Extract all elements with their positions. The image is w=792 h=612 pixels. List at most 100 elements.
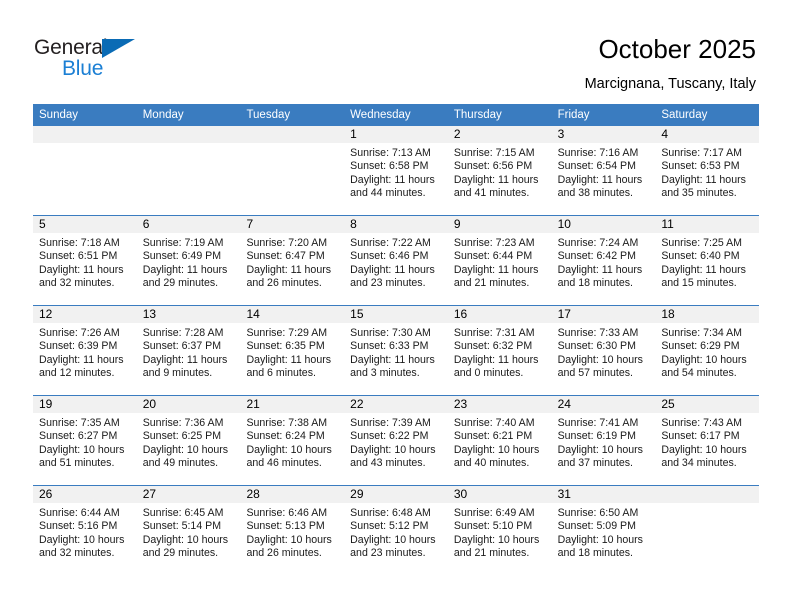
day-cell[interactable]: 11 Sunrise: 7:25 AM Sunset: 6:40 PM Dayligh… [655,216,760,305]
day-daylight2-text: and 35 minutes. [661,187,737,200]
day-details: Sunrise: 7:17 AM Sunset: 6:53 PM Daylight:… [655,143,759,201]
day-details: Sunrise: 6:48 AM Sunset: 5:12 PM Daylight:… [344,503,448,561]
day-details: Sunrise: 7:38 AM Sunset: 6:24 PM Daylight:… [240,413,344,471]
day-cell[interactable]: 20 Sunrise: 7:36 AM Sunset: 6:25 PM Dayligh… [136,396,241,485]
day-cell[interactable]: 4 Sunrise: 7:17 AM Sunset: 6:53 PM Daylight… [655,126,760,215]
day-sunset-text: Sunset: 6:44 PM [453,250,533,263]
day-sunrise-text: Sunrise: 7:35 AM [39,417,120,429]
day-cell[interactable]: 30 Sunrise: 6:49 AM Sunset: 5:10 PM Dayligh… [447,486,552,575]
day-cell[interactable]: 7 Sunrise: 7:20 AM Sunset: 6:47 PM Daylight… [240,216,345,305]
day-cell[interactable]: 22 Sunrise: 7:39 AM Sunset: 6:22 PM Dayligh… [344,396,448,485]
day-details: Sunrise: 7:30 AM Sunset: 6:33 PM Daylight:… [344,323,448,381]
day-sunrise-text: Sunrise: 7:24 AM [557,237,639,249]
day-details: Sunrise: 7:40 AM Sunset: 6:21 PM Daylight:… [448,413,552,471]
day-cell[interactable]: 2 Sunrise: 7:15 AM Sunset: 6:56 PM Daylight… [447,126,552,215]
day-daylight2-text: and 9 minutes. [142,367,213,380]
day-cell[interactable]: 1 Sunrise: 7:13 AM Sunset: 6:58 PM Daylight… [344,126,448,215]
day-details: Sunrise: 7:26 AM Sunset: 6:39 PM Daylight:… [33,323,137,381]
day-sunset-text: Sunset: 6:32 PM [453,340,533,353]
day-daylight2-text: and 26 minutes. [246,277,322,290]
day-daylight1-text: Daylight: 11 hours [453,353,539,366]
day-cell[interactable]: 24 Sunrise: 7:41 AM Sunset: 6:19 PM Dayligh… [551,396,656,485]
day-number: 16 [447,306,552,323]
day-daylight2-text: and 23 minutes. [350,547,426,560]
day-details: Sunrise: 7:22 AM Sunset: 6:46 PM Daylight:… [344,233,448,291]
day-sunrise-text: Sunrise: 7:15 AM [453,147,535,159]
day-number: 27 [136,486,241,503]
day-cell[interactable]: 12 Sunrise: 7:26 AM Sunset: 6:39 PM Dayligh… [33,306,137,395]
day-number: 10 [551,216,656,233]
day-daylight1-text: Daylight: 11 hours [39,263,124,276]
day-cell[interactable]: 23 Sunrise: 7:40 AM Sunset: 6:21 PM Dayligh… [447,396,552,485]
day-cell[interactable]: 19 Sunrise: 7:35 AM Sunset: 6:27 PM Dayligh… [33,396,137,485]
day-sunset-text: Sunset: 6:35 PM [246,340,325,353]
day-sunset-text: Sunset: 6:46 PM [350,250,429,263]
day-daylight2-text: and 43 minutes. [350,457,426,470]
day-daylight2-text: and 40 minutes. [453,457,530,470]
day-sunrise-text: Sunrise: 6:49 AM [453,507,535,519]
day-number: 20 [136,396,241,413]
weekday-header-tuesday: Tuesday [246,109,291,121]
day-sunset-text: Sunset: 6:37 PM [142,340,222,353]
day-sunset-text: Sunset: 6:33 PM [350,340,429,353]
day-number [655,486,760,503]
day-cell[interactable]: 9 Sunrise: 7:23 AM Sunset: 6:44 PM Daylight… [447,216,552,305]
day-number: 17 [551,306,656,323]
day-sunset-text: Sunset: 5:10 PM [453,520,533,533]
day-details: Sunrise: 7:13 AM Sunset: 6:58 PM Daylight:… [344,143,448,201]
day-sunrise-text: Sunrise: 6:48 AM [350,507,431,519]
day-daylight1-text: Daylight: 10 hours [557,533,643,546]
day-daylight1-text: Daylight: 11 hours [350,173,435,186]
day-daylight1-text: Daylight: 10 hours [142,533,229,546]
day-cell[interactable]: 6 Sunrise: 7:19 AM Sunset: 6:49 PM Daylight… [136,216,241,305]
weekday-header-saturday: Saturday [661,109,708,121]
day-daylight1-text: Daylight: 11 hours [661,263,746,276]
day-number: 11 [655,216,760,233]
day-cell[interactable]: 16 Sunrise: 7:31 AM Sunset: 6:32 PM Dayligh… [447,306,552,395]
day-daylight1-text: Daylight: 11 hours [350,353,435,366]
day-cell[interactable]: 27 Sunrise: 6:45 AM Sunset: 5:14 PM Dayligh… [136,486,241,575]
page-title: October 2025 [598,34,756,64]
day-number: 5 [33,216,137,233]
day-daylight1-text: Daylight: 11 hours [142,353,228,366]
day-cell[interactable]: 21 Sunrise: 7:38 AM Sunset: 6:24 PM Dayligh… [240,396,345,485]
day-daylight2-text: and 3 minutes. [350,367,420,380]
day-number: 25 [655,396,760,413]
day-number: 26 [33,486,137,503]
day-number [136,126,241,143]
day-sunset-text: Sunset: 6:53 PM [661,160,740,173]
day-cell[interactable]: 25 Sunrise: 7:43 AM Sunset: 6:17 PM Dayligh… [655,396,760,485]
day-sunrise-text: Sunrise: 6:50 AM [557,507,639,519]
day-cell[interactable]: 18 Sunrise: 7:34 AM Sunset: 6:29 PM Dayligh… [655,306,760,395]
day-cell[interactable]: 29 Sunrise: 6:48 AM Sunset: 5:12 PM Dayligh… [344,486,448,575]
day-cell[interactable]: 14 Sunrise: 7:29 AM Sunset: 6:35 PM Dayligh… [240,306,345,395]
day-number: 24 [551,396,656,413]
day-cell[interactable]: 15 Sunrise: 7:30 AM Sunset: 6:33 PM Dayligh… [344,306,448,395]
day-cell-empty [655,486,760,575]
day-cell[interactable]: 17 Sunrise: 7:33 AM Sunset: 6:30 PM Dayligh… [551,306,656,395]
day-cell[interactable]: 3 Sunrise: 7:16 AM Sunset: 6:54 PM Daylight… [551,126,656,215]
day-details: Sunrise: 7:16 AM Sunset: 6:54 PM Daylight:… [552,143,656,201]
day-details: Sunrise: 6:45 AM Sunset: 5:14 PM Daylight:… [137,503,241,561]
day-details: Sunrise: 7:15 AM Sunset: 6:56 PM Daylight:… [448,143,552,201]
calendar-week-row: 12 Sunrise: 7:26 AM Sunset: 6:39 PM Dayligh… [33,305,760,395]
day-cell[interactable]: 31 Sunrise: 6:50 AM Sunset: 5:09 PM Dayligh… [551,486,656,575]
day-cell[interactable]: 26 Sunrise: 6:44 AM Sunset: 5:16 PM Dayligh… [33,486,137,575]
day-daylight1-text: Daylight: 10 hours [661,443,747,456]
day-number: 23 [447,396,552,413]
day-cell[interactable]: 28 Sunrise: 6:46 AM Sunset: 5:13 PM Dayligh… [240,486,345,575]
day-cell[interactable]: 10 Sunrise: 7:24 AM Sunset: 6:42 PM Dayligh… [551,216,656,305]
day-cell[interactable]: 8 Sunrise: 7:22 AM Sunset: 6:46 PM Daylight… [344,216,448,305]
day-details: Sunrise: 7:20 AM Sunset: 6:47 PM Daylight:… [240,233,344,291]
day-daylight2-text: and 26 minutes. [246,547,322,560]
day-number: 15 [344,306,448,323]
day-cell-empty [240,126,345,215]
day-number: 13 [136,306,241,323]
day-daylight2-text: and 34 minutes. [661,457,737,470]
day-sunset-text: Sunset: 6:47 PM [246,250,325,263]
day-cell[interactable]: 5 Sunrise: 7:18 AM Sunset: 6:51 PM Daylight… [33,216,137,305]
day-details: Sunrise: 7:19 AM Sunset: 6:49 PM Daylight:… [137,233,241,291]
day-sunset-text: Sunset: 6:51 PM [39,250,118,263]
day-sunset-text: Sunset: 5:12 PM [350,520,429,533]
day-cell[interactable]: 13 Sunrise: 7:28 AM Sunset: 6:37 PM Dayligh… [136,306,241,395]
